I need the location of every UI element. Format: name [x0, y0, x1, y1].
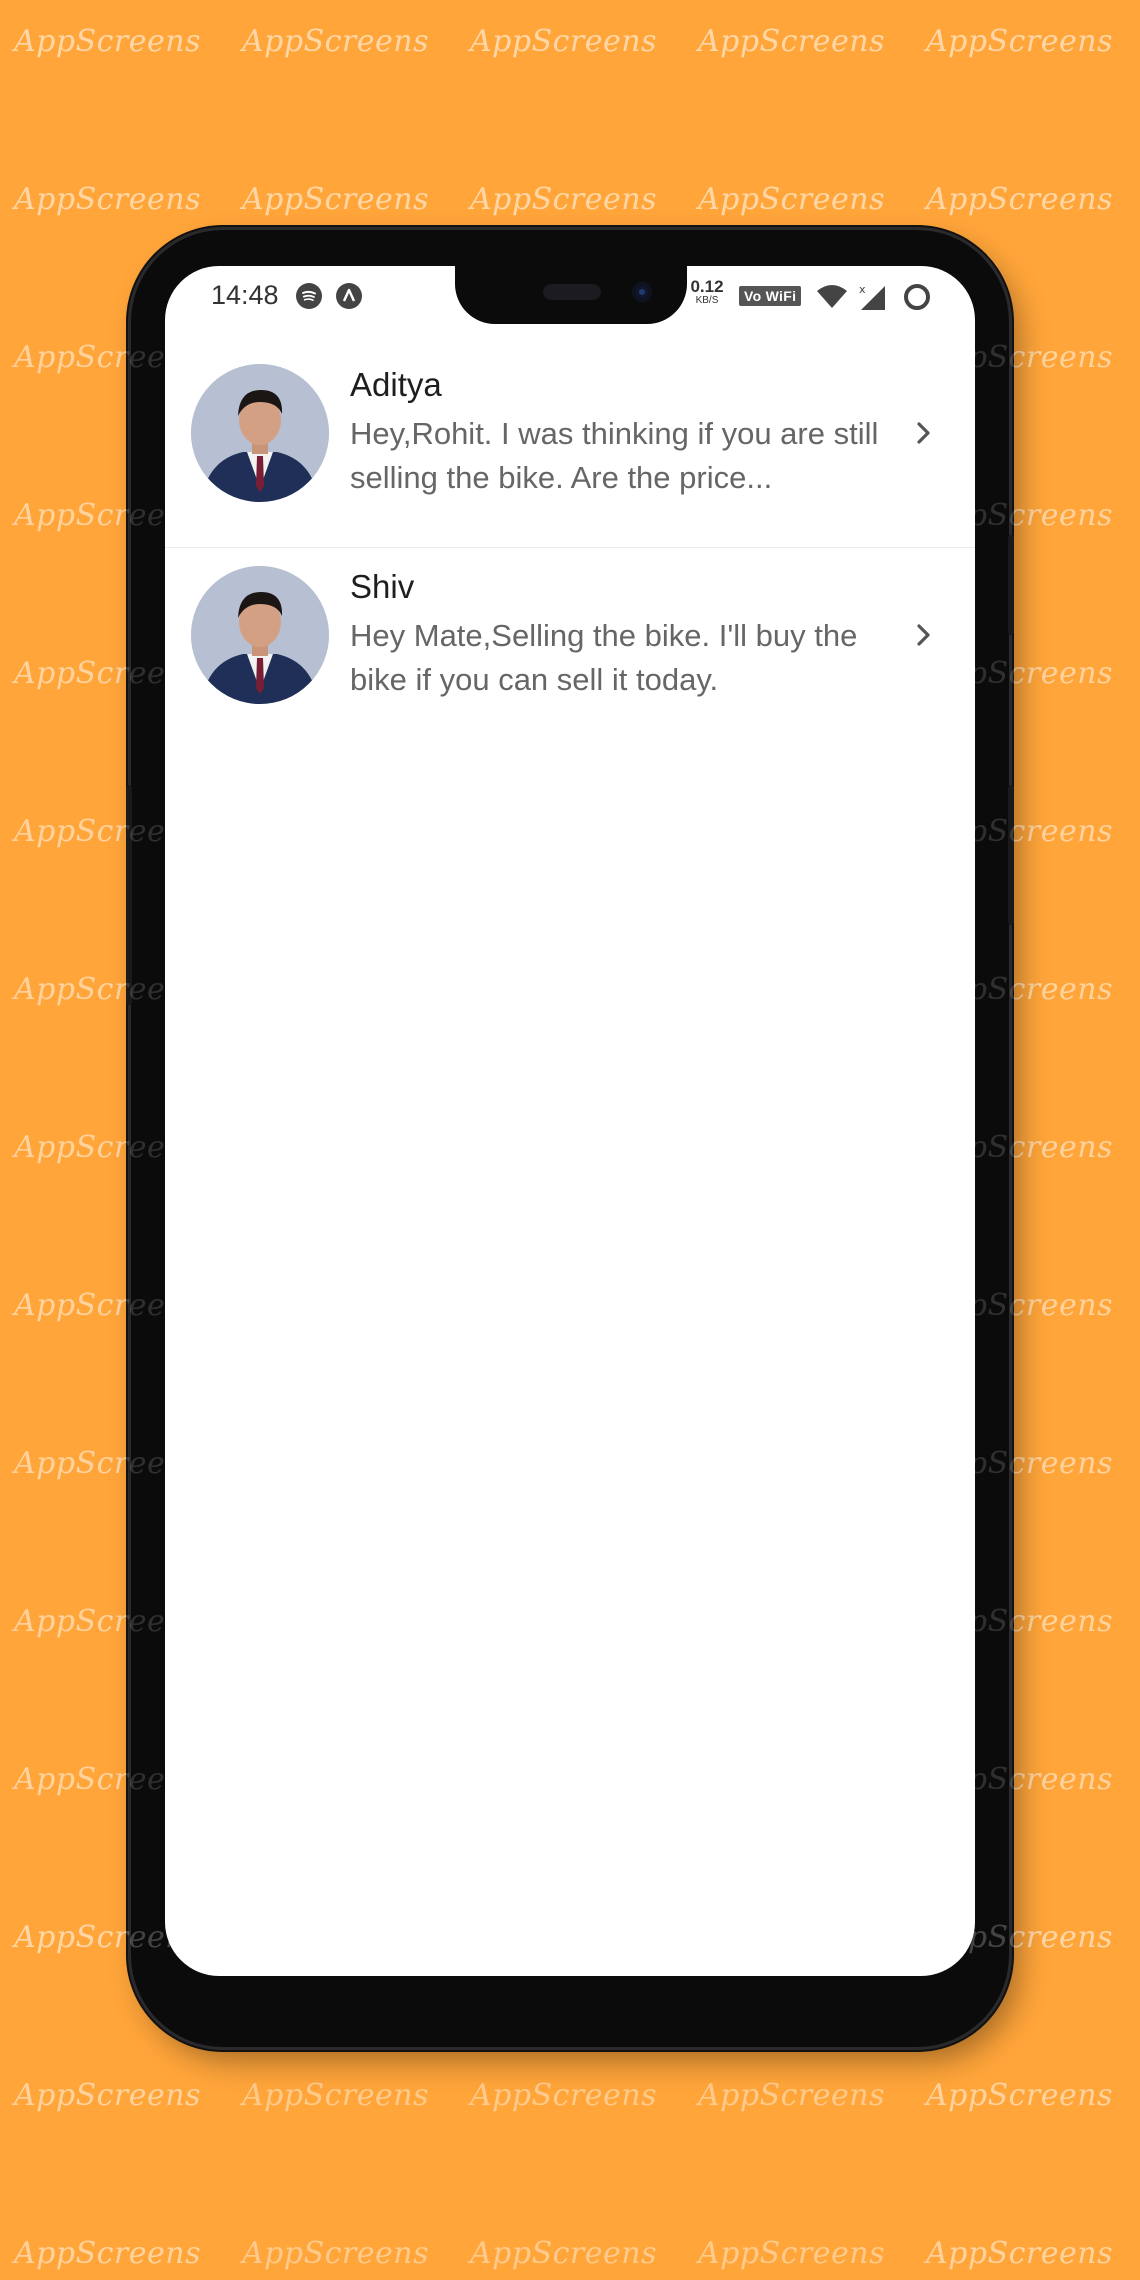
watermark-text: AppScreens	[14, 656, 201, 691]
watermark-text: AppScreens	[14, 972, 201, 1007]
watermark-text: AppScreens	[926, 1920, 1113, 1955]
watermark-row: AppScreensAppScreensAppScreensAppScreens…	[14, 814, 1140, 864]
watermark-overlay: AppScreens AppScreens AppScreens AppScreens…	[0, 0, 1140, 2280]
watermark-text: AppScreens	[470, 1920, 657, 1955]
watermark-text: AppScreens	[14, 182, 201, 217]
watermark-text: AppScreens	[926, 2236, 1113, 2271]
watermark-row: AppScreens AppScreens AppScreens AppScreens…	[14, 1920, 1140, 1970]
watermark-text: AppScreens	[14, 1762, 201, 1797]
watermark-text: AppScreens	[926, 656, 1113, 691]
watermark-text: AppScreens	[14, 814, 201, 849]
watermark-text: AppScreens	[926, 182, 1113, 217]
watermark-text: AppScreens	[926, 1762, 1113, 1797]
watermark-row: AppScreensAppScreensAppScreensAppScreens…	[14, 2078, 1140, 2128]
watermark-row: AppScreensAppScreensAppScreensAppScreens…	[14, 656, 1140, 706]
watermark-text: AppScreens	[242, 1920, 429, 1955]
watermark-row: AppScreensAppScreensAppScreensAppScreens…	[14, 1446, 1140, 1496]
watermark-row: AppScreensAppScreensAppScreensAppScreens…	[14, 1762, 1140, 1812]
watermark-text: AppScreens	[698, 1920, 885, 1955]
watermark-text: AppScreens	[14, 24, 201, 59]
watermark-row: AppScreensAppScreensAppScreensAppScreens…	[14, 972, 1140, 1022]
watermark-text: AppScreens	[14, 340, 201, 375]
watermark-row: AppScreensAppScreensAppScreensAppScreens…	[14, 2236, 1140, 2280]
watermark-text: AppScreens	[14, 1288, 201, 1323]
watermark-text: AppScreens	[926, 340, 1113, 375]
watermark-row: AppScreens AppScreens AppScreens AppScreens…	[14, 182, 1140, 232]
watermark-text: AppScreens	[926, 24, 1113, 59]
watermark-row: AppScreensAppScreensAppScreensAppScreens…	[14, 498, 1140, 548]
watermark-text: AppScreens	[470, 182, 657, 217]
watermark-row: AppScreensAppScreensAppScreensAppScreens…	[14, 1130, 1140, 1180]
watermark-row: AppScreensAppScreensAppScreensAppScreens…	[14, 340, 1140, 390]
watermark-text: AppScreens	[926, 2078, 1113, 2113]
watermark-text: AppScreens	[14, 1920, 201, 1955]
watermark-row: AppScreensAppScreensAppScreensAppScreens…	[14, 1288, 1140, 1338]
watermark-text: AppScreens	[926, 814, 1113, 849]
watermark-text: AppScreens	[14, 2236, 201, 2271]
watermark-row: AppScreens AppScreens AppScreens AppScreens…	[14, 24, 1140, 74]
watermark-row: AppScreensAppScreensAppScreensAppScreens…	[14, 1604, 1140, 1654]
watermark-text: AppScreens	[698, 24, 885, 59]
watermark-text: AppScreens	[698, 182, 885, 217]
watermark-text: AppScreens	[242, 24, 429, 59]
watermark-text: AppScreens	[14, 1446, 201, 1481]
watermark-text: AppScreens	[14, 498, 201, 533]
watermark-text: AppScreens	[926, 498, 1113, 533]
watermark-text: AppScreens	[14, 2078, 201, 2113]
watermark-text: AppScreens	[470, 24, 657, 59]
watermark-text: AppScreens	[14, 1130, 201, 1165]
watermark-text: AppScreens	[926, 1446, 1113, 1481]
watermark-text: AppScreens	[242, 182, 429, 217]
watermark-text: AppScreens	[926, 972, 1113, 1007]
watermark-text: AppScreens	[926, 1130, 1113, 1165]
watermark-text: AppScreens	[14, 1604, 201, 1639]
watermark-text: AppScreens	[926, 1604, 1113, 1639]
watermark-text: AppScreens	[926, 1288, 1113, 1323]
